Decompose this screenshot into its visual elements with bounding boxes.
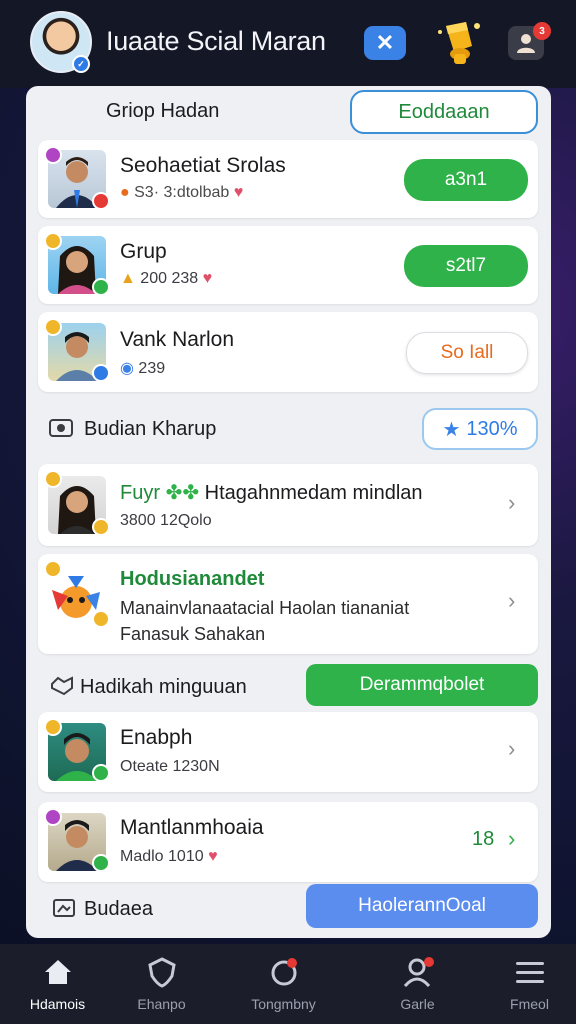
coin-badge-icon — [92, 610, 110, 628]
group-icon — [49, 419, 73, 437]
nav-item-refresh[interactable]: Tongmbny — [226, 944, 341, 1024]
section-title: Griop Hadan — [106, 100, 220, 122]
status-badge-icon — [92, 364, 110, 382]
level-badge-icon — [44, 146, 62, 164]
refresh-icon — [271, 958, 297, 986]
flag-icon — [53, 899, 75, 917]
coin-icon: ● — [120, 184, 130, 201]
item-meta-text: 239 — [138, 360, 166, 377]
item-meta: Madlo 1010 ♥ — [120, 848, 218, 866]
item-title-highlight: Fuyr — [120, 482, 160, 504]
item-description: Manainvlanaatacial Haolan tiananiat — [120, 598, 410, 618]
item-name: Mantlanmhoaia — [120, 816, 264, 839]
action-button[interactable]: a3n1 — [404, 159, 528, 201]
chevron-right-icon[interactable]: › — [508, 588, 515, 614]
bottom-navigation: Hdamois Ehanpo Tongmbny Garle Fmeol — [0, 944, 576, 1024]
handshake-icon — [51, 676, 73, 696]
nav-item-menu[interactable]: Fmeol — [472, 944, 576, 1024]
status-badge-icon — [92, 854, 110, 872]
item-name: Enabph — [120, 726, 193, 749]
nav-item-profile[interactable]: Garle — [360, 944, 475, 1024]
section-action-button[interactable]: HaolerannOoal — [306, 884, 538, 928]
item-name: Seohaetiat Srolas — [120, 154, 286, 177]
chevron-right-icon[interactable]: › — [508, 490, 515, 516]
nav-label: Ehanpo — [137, 996, 186, 1012]
list-item[interactable]: Mantlanmhoaia Madlo 1010 ♥ 18 › — [38, 802, 538, 882]
action-button[interactable]: s2tl7 — [404, 245, 528, 287]
heart-icon: ♥ — [208, 848, 218, 865]
notification-count-badge: 3 — [533, 22, 551, 40]
item-meta: Oteate 1230N — [120, 758, 220, 775]
shield-icon — [147, 957, 176, 988]
item-meta: 3800 12Qolo — [120, 512, 212, 529]
status-badge-icon — [92, 278, 110, 296]
section-header-mid: Budian Kharup ★ 130% — [26, 404, 551, 454]
list-item[interactable]: Vank Narlon ◉ 239 So Iall — [38, 312, 538, 392]
section-title: Hadikah minguuan — [80, 676, 247, 698]
close-button[interactable]: ✕ — [364, 26, 406, 60]
shield-small-icon: ◉ — [120, 360, 134, 377]
item-name: Fuyr ✤✤ Htagahnmedam mindlan — [120, 480, 423, 505]
avatar[interactable]: ✓ — [30, 11, 92, 73]
main-panel: Griop Hadan Eoddaaan Seohaetiat Srolas ●… — [26, 86, 551, 938]
item-meta-text: 200 238 — [140, 270, 199, 287]
trophy-icon[interactable] — [432, 16, 488, 68]
item-name: Vank Narlon — [120, 328, 235, 351]
verified-badge-icon: ✓ — [72, 55, 90, 73]
crown-icon: ▲ — [120, 270, 136, 287]
status-badge-icon — [92, 764, 110, 782]
section-header-bottom: Budaea HaolerannOoal — [26, 882, 551, 934]
list-item[interactable]: Enabph Oteate 1230N › — [38, 712, 538, 792]
item-value: 18 — [472, 828, 495, 850]
nav-item-home[interactable]: Hdamois — [0, 944, 115, 1024]
level-badge-icon — [44, 470, 62, 488]
item-meta: ● S3· 3:dtolbab ♥ — [120, 184, 243, 202]
section-title: Budian Kharup — [84, 418, 217, 440]
list-item[interactable]: Fuyr ✤✤ Htagahnmedam mindlan 3800 12Qolo… — [38, 464, 538, 546]
nav-label: Tongmbny — [251, 996, 316, 1012]
section-title: Budaea — [84, 898, 153, 920]
heart-icon: ♥ — [233, 184, 244, 201]
item-name: Grup — [120, 240, 167, 263]
rating-badge[interactable]: ★ 130% — [422, 408, 538, 450]
level-badge-icon — [44, 808, 62, 826]
status-badge-icon — [92, 192, 110, 210]
section-action-button[interactable]: Eoddaaan — [350, 90, 538, 134]
section-header-low: Hadikah minguuan Derammqbolet — [26, 660, 551, 712]
page-title: Iuaate Scial Maran — [106, 26, 326, 56]
level-badge-icon — [44, 718, 62, 736]
chevron-right-icon[interactable]: › — [508, 826, 515, 852]
heart-icon: ♥ — [202, 270, 213, 287]
nav-label: Hdamois — [29, 996, 86, 1012]
item-meta-text: Madlo 1010 — [120, 848, 204, 865]
list-item[interactable]: Seohaetiat Srolas ● S3· 3:dtolbab ♥ a3n1 — [38, 140, 538, 218]
menu-icon — [515, 962, 544, 983]
action-button[interactable]: So Iall — [406, 332, 528, 374]
home-icon — [44, 960, 71, 984]
clover-icon: ✤✤ — [165, 482, 205, 504]
star-icon: ★ — [442, 418, 461, 441]
level-badge-icon — [44, 232, 62, 250]
nav-item-shield[interactable]: Ehanpo — [104, 944, 219, 1024]
section-action-button[interactable]: Derammqbolet — [306, 664, 538, 706]
profile-icon — [403, 957, 434, 988]
rating-value: 130% — [466, 417, 518, 440]
list-item[interactable]: Grup ▲ 200 238 ♥ s2tl7 — [38, 226, 538, 304]
level-badge-icon — [44, 560, 62, 578]
item-subdescription: Fanasuk Sahakan — [120, 624, 266, 644]
level-badge-icon — [44, 318, 62, 336]
item-meta-text: S3· 3:dtolbab — [134, 184, 230, 201]
app-header: ✓ Iuaate Scial Maran ✕ 3 — [0, 0, 576, 88]
item-title-rest: Htagahnmedam mindlan — [204, 482, 423, 504]
item-meta: ▲ 200 238 ♥ — [120, 270, 212, 288]
section-header-top: Griop Hadan Eoddaaan — [26, 86, 551, 136]
close-icon: ✕ — [375, 30, 395, 55]
chevron-right-icon[interactable]: › — [508, 736, 515, 762]
coin-badge-icon — [92, 518, 110, 536]
item-name: Hodusianandet — [120, 568, 265, 590]
list-item[interactable]: Hodusianandet Manainvlanaatacial Haolan … — [38, 554, 538, 654]
nav-label: Garle — [400, 996, 435, 1012]
nav-label: Fmeol — [510, 996, 549, 1012]
item-meta: ◉ 239 — [120, 358, 165, 378]
